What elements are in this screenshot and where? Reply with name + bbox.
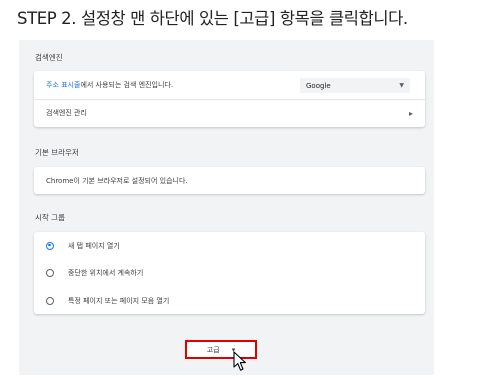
search-engine-select[interactable]: Google ▼ bbox=[300, 78, 410, 93]
radio-unselected-icon[interactable] bbox=[46, 269, 54, 277]
startup-option-label: 새 탭 페이지 열기 bbox=[68, 241, 120, 250]
radio-unselected-icon[interactable] bbox=[46, 296, 54, 305]
chevron-right-icon: ▸ bbox=[408, 108, 413, 118]
startup-option-specific-pages[interactable]: 특정 페이지 또는 페이지 모음 열기 bbox=[34, 287, 425, 314]
default-browser-status: Chrome이 기본 브라우저로 설정되어 있습니다. bbox=[46, 176, 188, 185]
startup-option-label: 중단한 위치에서 계속하기 bbox=[68, 269, 144, 277]
default-browser-card: Chrome이 기본 브라우저로 설정되어 있습니다. bbox=[34, 167, 425, 194]
address-bar-link[interactable]: 주소 표시줄 bbox=[46, 80, 80, 90]
default-browser-row: Chrome이 기본 브라우저로 설정되어 있습니다. bbox=[34, 167, 425, 194]
address-bar-description: 에서 사용되는 검색 엔진입니다. bbox=[80, 81, 174, 89]
radio-selected-icon[interactable] bbox=[46, 241, 54, 250]
startup-option-new-tab[interactable]: 새 탭 페이지 열기 bbox=[34, 232, 425, 259]
search-engine-card: 주소 표시줄 에서 사용되는 검색 엔진입니다. Google ▼ 검색엔진 관리… bbox=[34, 71, 425, 127]
startup-section-title: 시작 그룹 bbox=[35, 213, 65, 222]
manage-search-engines-row[interactable]: 검색엔진 관리 ▸ bbox=[34, 99, 425, 127]
chevron-down-icon: ▼ bbox=[399, 82, 404, 89]
advanced-label: 고급 bbox=[206, 345, 220, 354]
manage-search-engines-label: 검색엔진 관리 bbox=[46, 109, 87, 117]
selected-engine: Google bbox=[306, 81, 331, 90]
startup-option-label: 특정 페이지 또는 페이지 모음 열기 bbox=[68, 296, 170, 305]
startup-card: 새 탭 페이지 열기 중단한 위치에서 계속하기 특정 페이지 또는 페이지 모… bbox=[34, 232, 425, 314]
default-browser-section-title: 기본 브라우저 bbox=[35, 148, 79, 157]
step-title: STEP 2. 설정창 맨 하단에 있는 [고급] 항목을 클릭합니다. bbox=[17, 9, 408, 28]
mouse-pointer-icon bbox=[233, 351, 246, 371]
startup-option-continue[interactable]: 중단한 위치에서 계속하기 bbox=[34, 259, 425, 287]
search-engine-section-title: 검색엔진 bbox=[35, 53, 63, 62]
